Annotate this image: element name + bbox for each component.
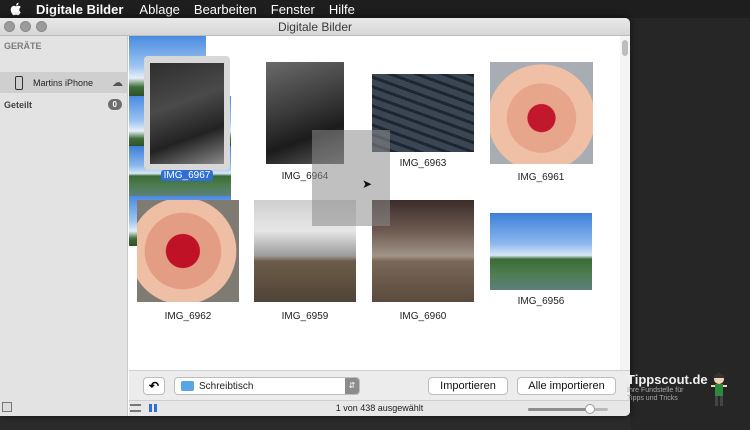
desktop-background — [630, 18, 750, 430]
import-button[interactable]: Importieren — [428, 377, 508, 395]
watermark: Tippscout.de Ihre Fundstelle für Tipps u… — [627, 372, 708, 403]
scrollbar-thumb[interactable] — [622, 40, 628, 56]
window-title: Digitale Bilder — [277, 19, 353, 34]
view-mode-toggle — [130, 404, 157, 412]
title-bar[interactable]: Digitale Bilder — [0, 18, 630, 36]
status-bar: 1 von 438 ausgewählt — [129, 400, 630, 416]
sidebar-item-shared[interactable]: Geteilt 0 — [0, 99, 128, 110]
menu-bar: Digitale Bilder Ablage Bearbeiten Fenste… — [0, 0, 750, 18]
grid-view-icon[interactable] — [149, 404, 157, 412]
device-settings-icon[interactable] — [2, 402, 12, 412]
eject-icon[interactable]: ☁ — [112, 76, 123, 89]
list-view-icon[interactable] — [130, 404, 141, 412]
thumbnail-caption[interactable]: IMG_6961 — [481, 172, 601, 183]
slider-fill — [528, 408, 591, 411]
shared-count-badge: 0 — [107, 99, 122, 110]
import-toolbar: ↶ Schreibtisch ⇵ Importieren Alle import… — [129, 370, 630, 400]
mascot-icon — [711, 372, 727, 406]
image-capture-window: Digitale Bilder GERÄTE Martins iPhone ☁ … — [0, 18, 630, 416]
brand-tagline-2: Tipps und Tricks — [627, 395, 678, 402]
menu-app-name[interactable]: Digitale Bilder — [36, 2, 123, 17]
thumbnail-caption[interactable]: IMG_6967 — [129, 170, 247, 181]
thumbnail-grid[interactable]: IMG_6967 IMG_6964 IMG_6963 IMG_6961 IMG_… — [129, 36, 630, 388]
thumbnail-caption[interactable]: IMG_6959 — [245, 311, 365, 322]
import-destination-select[interactable]: Schreibtisch ⇵ — [174, 377, 360, 395]
sidebar-section-devices: GERÄTE — [4, 41, 42, 51]
import-all-button[interactable]: Alle importieren — [517, 377, 616, 395]
photo-img-6956[interactable] — [490, 213, 592, 290]
drag-preview — [312, 130, 390, 226]
photo-img-6961[interactable] — [490, 62, 593, 164]
menu-bearbeiten[interactable]: Bearbeiten — [194, 2, 257, 17]
brand-tagline-1: Ihre Fundstelle für — [627, 387, 684, 394]
vertical-scrollbar[interactable] — [620, 36, 630, 388]
sidebar: GERÄTE Martins iPhone ☁ Geteilt 0 — [0, 36, 128, 416]
brand-name: Tippscout.de — [627, 372, 708, 387]
chevron-updown-icon: ⇵ — [345, 378, 359, 394]
rotate-left-button[interactable]: ↶ — [143, 377, 165, 395]
shared-label: Geteilt — [4, 99, 33, 110]
apple-icon[interactable] — [10, 2, 24, 16]
photo-img-6962[interactable] — [137, 200, 239, 302]
thumbnail-size-slider[interactable] — [528, 404, 608, 414]
menu-fenster[interactable]: Fenster — [271, 2, 315, 17]
photo-img-6967[interactable] — [150, 63, 224, 164]
folder-icon — [181, 381, 194, 391]
thumbnail-caption[interactable]: IMG_6956 — [481, 296, 601, 307]
destination-label: Schreibtisch — [199, 380, 254, 392]
thumbnail-caption[interactable]: IMG_6960 — [363, 311, 483, 322]
mouse-pointer-icon: ➤ — [362, 177, 373, 191]
menu-hilfe[interactable]: Hilfe — [329, 2, 355, 17]
menu-ablage[interactable]: Ablage — [139, 2, 179, 17]
caption-text: IMG_6967 — [160, 170, 214, 181]
thumbnail-caption[interactable]: IMG_6962 — [129, 311, 248, 322]
device-name: Martins iPhone — [33, 77, 94, 88]
iphone-icon — [15, 75, 23, 90]
sidebar-item-device[interactable]: Martins iPhone ☁ — [0, 72, 128, 93]
